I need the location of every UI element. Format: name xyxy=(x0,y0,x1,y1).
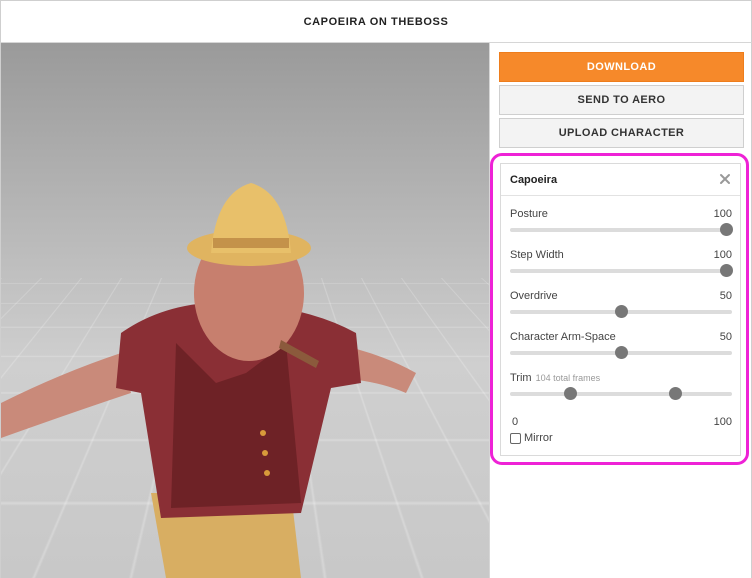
slider-label: Character Arm-Space xyxy=(510,331,616,343)
trim-range-slider: Trim 104 total frames 0 100 xyxy=(510,372,732,428)
header-bar: CAPOEIRA ON THEBOSS xyxy=(0,0,752,43)
panel-title: Capoeira xyxy=(510,173,558,186)
trim-max-value: 100 xyxy=(713,416,732,428)
trim-label: Trim 104 total frames xyxy=(510,372,600,384)
slider-posture: Posture 100 xyxy=(510,208,733,238)
animation-settings-panel: Capoeira Posture 100 Step Width 100 Over… xyxy=(500,163,741,456)
slider-step-width: Step Width 100 xyxy=(510,249,733,279)
slider-overdrive: Overdrive 50 xyxy=(510,290,732,320)
close-icon[interactable] xyxy=(719,173,731,185)
mirror-checkbox[interactable] xyxy=(510,432,521,444)
slider-character-arm-space: Character Arm-Space 50 xyxy=(510,331,732,361)
download-button[interactable]: DOWNLOAD xyxy=(499,52,744,82)
slider-label: Overdrive xyxy=(510,290,558,302)
trim-frames-note: 104 total frames xyxy=(535,373,601,383)
slider-track[interactable] xyxy=(510,269,732,273)
slider-value: 50 xyxy=(719,331,732,343)
trim-start-thumb[interactable] xyxy=(563,387,577,400)
slider-thumb[interactable] xyxy=(720,223,733,236)
slider-value: 100 xyxy=(713,249,732,261)
slider-value: 50 xyxy=(719,290,732,302)
upload-character-button[interactable]: UPLOAD CHARACTER xyxy=(499,118,744,148)
slider-value: 100 xyxy=(713,208,732,220)
trim-track[interactable] xyxy=(510,392,732,396)
slider-track[interactable] xyxy=(510,228,732,232)
slider-thumb[interactable] xyxy=(615,346,628,359)
trim-min-value: 0 xyxy=(512,416,519,428)
slider-thumb[interactable] xyxy=(615,305,628,318)
slider-thumb[interactable] xyxy=(720,264,733,277)
send-to-aero-button[interactable]: SEND TO AERO xyxy=(499,85,744,115)
3d-viewport[interactable] xyxy=(0,43,489,578)
slider-label: Posture xyxy=(510,208,548,220)
panel-header: Capoeira xyxy=(501,164,740,196)
trim-end-thumb[interactable] xyxy=(669,387,683,400)
page-title: CAPOEIRA ON THEBOSS xyxy=(303,15,449,28)
slider-label: Step Width xyxy=(510,249,564,261)
character-model[interactable] xyxy=(1,43,489,578)
mirror-option[interactable]: Mirror xyxy=(510,432,553,444)
trim-title: Trim xyxy=(510,372,532,384)
sidebar: DOWNLOAD SEND TO AERO UPLOAD CHARACTER C… xyxy=(489,43,752,578)
mirror-label: Mirror xyxy=(524,432,553,444)
